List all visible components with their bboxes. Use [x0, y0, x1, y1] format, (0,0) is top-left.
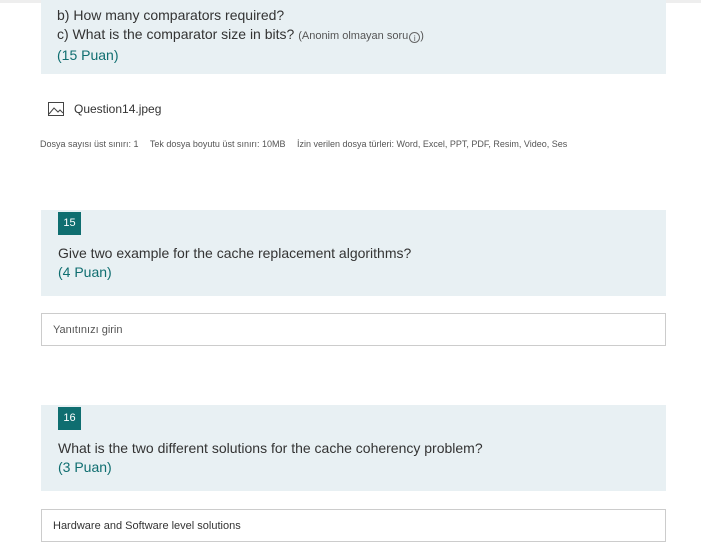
question-16-panel: 16 What is the two different solutions f…: [41, 405, 666, 491]
question-16-answer-input[interactable]: [41, 509, 666, 542]
question-15-title: Give two example for the cache replaceme…: [58, 245, 412, 261]
question-16-points: (3 Puan): [58, 459, 112, 475]
question-15-answer-input[interactable]: [41, 313, 666, 346]
form-page: b) How many comparators required? c) Wha…: [0, 0, 701, 549]
anonymous-hint-close: ): [420, 30, 424, 42]
file-types-limit: İzin verilen dosya türleri: Word, Excel,…: [296, 139, 568, 149]
attachment-link[interactable]: Question14.jpeg: [48, 100, 161, 118]
attachment-filename[interactable]: Question14.jpeg: [74, 102, 161, 116]
info-circle-icon[interactable]: i: [409, 32, 421, 43]
question-14-panel: b) How many comparators required? c) Wha…: [41, 0, 666, 74]
question-16-title: What is the two different solutions for …: [58, 440, 483, 456]
question-number-badge: 16: [58, 407, 81, 430]
question-14-line-c-text: c) What is the comparator size in bits?: [57, 26, 295, 42]
question-number-badge: 15: [58, 212, 81, 235]
image-file-icon: [48, 102, 64, 116]
question-15-panel: 15 Give two example for the cache replac…: [41, 210, 666, 296]
question-14-line-c: c) What is the comparator size in bits? …: [57, 25, 650, 46]
file-size-limit: Tek dosya boyutu üst sınırı: 10MB: [149, 139, 286, 149]
upload-limits: Dosya sayısı üst sınırı: 1 Tek dosya boy…: [40, 139, 576, 149]
file-count-limit: Dosya sayısı üst sınırı: 1: [40, 139, 139, 149]
question-14-line-b: b) How many comparators required?: [57, 7, 285, 23]
question-14-points: (15 Puan): [57, 47, 119, 63]
anonymous-hint-text: (Anonim olmayan soru: [298, 30, 409, 42]
anonymous-hint: (Anonim olmayan soru i): [298, 30, 424, 43]
question-15-points: (4 Puan): [58, 264, 112, 280]
